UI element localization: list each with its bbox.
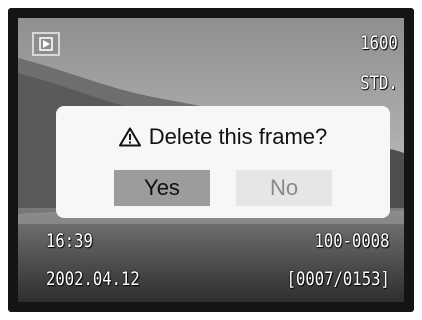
delete-confirm-dialog: Delete this frame? Yes No <box>56 106 390 218</box>
yes-button[interactable]: Yes <box>114 170 210 206</box>
capture-date: 2002.04.12 <box>46 268 140 290</box>
dialog-message: Delete this frame? <box>148 124 328 149</box>
image-size: 1600 <box>360 32 398 54</box>
no-button[interactable]: No <box>236 170 332 206</box>
file-number: 100-0008 <box>314 230 390 252</box>
frame-counter: [0007/0153] <box>286 268 390 290</box>
image-quality: STD. <box>360 72 398 94</box>
dialog-message-row: Delete this frame? <box>56 124 390 150</box>
warning-triangle-icon <box>118 127 141 147</box>
lcd-screen: 1600 STD. 16:39 100-0008 2002.04.12 [000… <box>18 18 404 302</box>
capture-time: 16:39 <box>46 230 93 252</box>
playback-icon <box>32 32 60 56</box>
